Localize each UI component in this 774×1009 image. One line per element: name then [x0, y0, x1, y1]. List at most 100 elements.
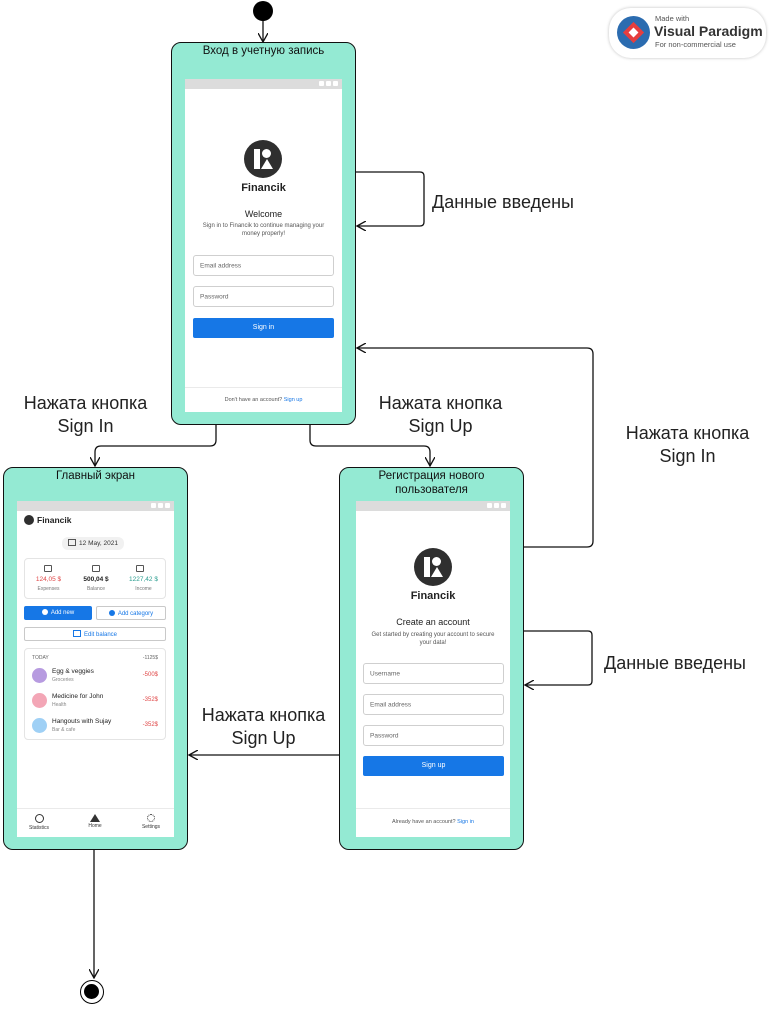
nav-statistics[interactable]: Statistics [23, 814, 55, 831]
edit-balance-button[interactable]: Edit balance [24, 627, 166, 641]
transaction-name: Medicine for John [52, 693, 104, 700]
watermark-note: For non-commercial use [655, 40, 736, 49]
password-field[interactable]: Password [193, 286, 334, 307]
today-total: -1125$ [142, 655, 158, 661]
sign-up-link[interactable]: Sign up [284, 397, 303, 403]
brand-name: Financik [410, 590, 456, 602]
login-subtitle: Sign in to Financik to continue managing… [202, 223, 325, 237]
balance-value: 500,04 $ [83, 576, 109, 583]
cafe-icon [32, 718, 47, 733]
add-new-button[interactable]: Add new [24, 606, 92, 620]
plus-icon [41, 609, 48, 615]
expenses-icon [44, 565, 52, 572]
email-field[interactable]: Email address [193, 255, 334, 276]
state-main: Главный экран Financik 12 May, 2021 124,… [3, 467, 188, 850]
email-field[interactable]: Email address [363, 694, 504, 715]
nav-home-label: Home [88, 823, 102, 829]
register-heading: Create an account [396, 617, 470, 627]
sign-in-button-label: Sign in [252, 324, 275, 331]
plus-icon [108, 610, 115, 616]
sign-up-button-label: Sign up [421, 762, 446, 769]
groceries-icon [32, 668, 47, 683]
login-self-loop-label: Данные введены [432, 192, 574, 212]
state-main-title: Главный экран [55, 470, 136, 482]
status-bar [356, 501, 510, 511]
today-label: TODAY [32, 655, 49, 661]
date-label: 12 May, 2021 [79, 540, 118, 547]
transaction-category: Bar & cafe [52, 727, 76, 733]
transaction-amount: -500$ [142, 672, 158, 678]
transaction-row[interactable]: Hangouts with Sujay Bar & cafe -352$ [25, 716, 165, 736]
email-placeholder: Email address [200, 262, 242, 269]
balance-icon [92, 565, 100, 572]
footer-divider [356, 808, 510, 809]
watermark-made-with: Made with [655, 14, 690, 23]
transaction-row[interactable]: Egg & veggies Groceries -500$ [25, 666, 165, 686]
username-field[interactable]: Username [363, 663, 504, 684]
nav-settings-label: Settings [141, 824, 161, 830]
register-footer: Already have an account? Sign in [356, 819, 510, 825]
register-to-main-label: Нажата кнопка Sign Up [201, 705, 326, 748]
add-category-button[interactable]: Add category [96, 606, 166, 620]
state-login-title: Вход в учетную запись [202, 45, 325, 57]
login-footer: Don't have an account? Sign up [185, 397, 342, 403]
state-register: Регистрация нового пользователя Financik… [339, 467, 524, 850]
date-picker[interactable]: 12 May, 2021 [62, 537, 124, 550]
balance-label: Balance [86, 586, 106, 592]
email-placeholder: Email address [370, 701, 412, 708]
footer-divider [185, 387, 342, 388]
sign-in-button[interactable]: Sign in [193, 318, 334, 338]
register-screen: Financik Create an account Get started b… [356, 501, 510, 837]
brand-name: Financik [37, 515, 72, 525]
password-field[interactable]: Password [363, 725, 504, 746]
watermark-product: Visual Paradigm [654, 23, 763, 39]
wallet-icon [72, 630, 81, 637]
financik-logo-icon [24, 515, 34, 525]
home-icon [90, 814, 100, 822]
income-icon [136, 565, 144, 572]
visual-paradigm-watermark: Made with Visual Paradigm For non-commer… [609, 8, 766, 58]
state-login: Вход в учетную запись Financik Welcome S… [171, 42, 356, 425]
final-node [80, 980, 104, 1004]
status-bar [185, 79, 342, 89]
today-card: TODAY -1125$ Egg & veggies Groceries -50… [24, 648, 166, 740]
login-heading: Welcome [244, 209, 283, 219]
add-new-label: Add new [50, 610, 75, 616]
final-node-core [84, 984, 99, 999]
password-placeholder: Password [200, 293, 229, 300]
login-self-loop-edge [356, 171, 425, 226]
login-to-register-label: Нажата кнопка Sign Up [378, 393, 503, 436]
register-footer-text: Already have an account? [392, 819, 456, 825]
register-self-loop-edge [524, 630, 593, 685]
nav-home[interactable]: Home [79, 814, 111, 829]
sign-up-button[interactable]: Sign up [363, 756, 504, 776]
financik-logo-icon [244, 140, 282, 178]
username-placeholder: Username [370, 670, 400, 677]
transaction-row[interactable]: Medicine for John Health -352$ [25, 691, 165, 711]
state-register-title: Регистрация нового пользователя [378, 470, 485, 496]
transaction-amount: -352$ [142, 722, 158, 728]
login-to-main-label: Нажата кнопка Sign In [23, 393, 148, 436]
transaction-category: Health [52, 702, 67, 708]
nav-divider [17, 808, 174, 809]
add-category-label: Add category [117, 611, 154, 617]
login-screen: Financik Welcome Sign in to Financik to … [185, 79, 342, 412]
income-label: Income [135, 586, 152, 592]
brand-name: Financik [241, 182, 286, 194]
status-bar [17, 501, 174, 511]
nav-settings[interactable]: Settings [135, 814, 167, 830]
sign-in-link[interactable]: Sign in [457, 819, 474, 825]
income-value: 1227,42 $ [129, 576, 158, 583]
transaction-category: Groceries [52, 677, 74, 683]
gear-icon [147, 814, 155, 822]
summary-card: 124,05 $ 500,04 $ 1227,42 $ Expenses Bal… [24, 558, 166, 599]
expenses-label: Expenses [37, 586, 60, 592]
main-screen: Financik 12 May, 2021 124,05 $ 500,04 $ … [17, 501, 174, 837]
transaction-amount: -352$ [142, 697, 158, 703]
transaction-name: Egg & veggies [52, 668, 94, 675]
register-subtitle: Get started by creating your account to … [371, 632, 495, 646]
transaction-name: Hangouts with Sujay [52, 718, 112, 725]
nav-statistics-label: Statistics [28, 825, 49, 831]
initial-node [253, 1, 273, 21]
edit-balance-label: Edit balance [83, 632, 118, 638]
